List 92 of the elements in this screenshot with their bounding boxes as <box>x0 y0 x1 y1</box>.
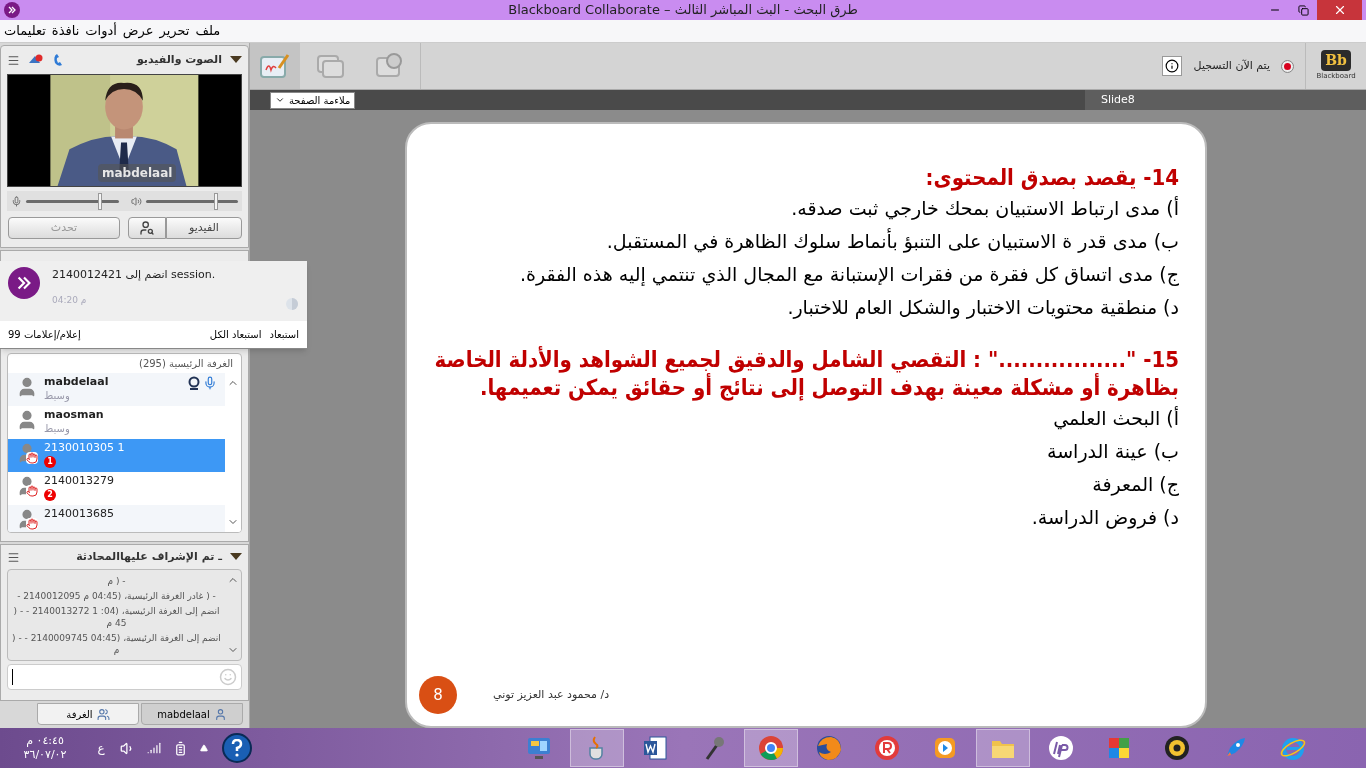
answer-option: أ) البحث العلمي <box>419 402 1179 435</box>
answer-option: ج) مدى اتساق كل فقرة من فقرات الإستبانة مع المجال الذي تنتمي إليه هذه الفقرة. <box>419 258 1179 291</box>
video-button[interactable]: الفيديو <box>166 217 242 239</box>
people-icon <box>96 707 110 721</box>
battery-icon[interactable] <box>173 740 188 756</box>
participant-row[interactable]: 2130010305 1 1 <box>8 439 225 472</box>
help-icon[interactable] <box>222 733 252 763</box>
close-button[interactable] <box>1317 0 1362 20</box>
panel-menu-icon[interactable] <box>7 550 20 564</box>
slide-tab[interactable]: Slide8 <box>1085 90 1366 110</box>
answer-option: ب) مدى قدر ة الاستبيان على التنبؤ بأنماط سلوك الظاهرة في المستقبل. <box>419 225 1179 258</box>
document-icon <box>641 734 669 762</box>
participant-name: maosman <box>44 407 104 422</box>
app-logo-icon <box>8 267 40 299</box>
chat-input[interactable] <box>7 664 242 690</box>
chat-message: انضم إلى الغرفة الرئيسية، (04:45 2140009745 - - ( م <box>12 632 221 656</box>
collapse-arrow-icon[interactable] <box>230 56 242 64</box>
whiteboard-button[interactable] <box>250 43 300 89</box>
chat-message: انضم إلى الغرفة الرئيسية، (04: 1 2140013272 - - ( 45 م <box>12 605 221 629</box>
hand-order-badge: 2 <box>44 489 56 501</box>
slider-thumb[interactable] <box>98 192 102 210</box>
chat-tab[interactable]: الغرفة <box>37 703 139 725</box>
person-search-icon <box>139 220 155 236</box>
globe-icon <box>815 734 843 762</box>
dismiss-link[interactable]: استبعاد <box>269 327 299 342</box>
notification-count: 99 إعلام/إعلامات <box>8 328 81 342</box>
menu-item[interactable]: ملف <box>195 21 221 41</box>
answer-option: ج) المعرفة <box>419 468 1179 501</box>
participant-name: mabdelaal <box>44 374 109 389</box>
panel-title: الصوت والفيديو <box>136 51 222 68</box>
clock-date: ٣٦/٠٧/٠٢ <box>23 748 67 762</box>
circle-logo-icon <box>1047 734 1075 762</box>
collapse-arrow-icon[interactable] <box>230 553 242 561</box>
slide-footer: د/ محمود عبد العزيز توني <box>493 686 610 704</box>
menu-item[interactable]: عرض <box>122 21 154 41</box>
zoom-dropdown[interactable]: ملاءمة الصفحة <box>270 91 356 109</box>
round-logo-icon <box>757 734 785 762</box>
signal-icon[interactable] <box>147 741 161 755</box>
hand-order-badge: 1 <box>44 456 56 468</box>
notification-message: 2140012421 انضم إلى session. <box>52 267 217 283</box>
participant-name: 2140013279 <box>44 473 114 488</box>
webcam-icon <box>187 376 201 390</box>
clock-time: ٠٤:٤٥ م <box>26 734 64 748</box>
person-icon <box>213 707 227 721</box>
app-logo-icon <box>4 2 20 18</box>
page-number: 8 <box>419 676 457 714</box>
notification-time: 04:20 م <box>52 293 88 307</box>
raised-hand-icon <box>26 485 38 497</box>
emoticon-icon[interactable] <box>219 668 237 686</box>
show-hidden-icon[interactable] <box>200 744 208 752</box>
room-heading: الغرفة الرئيسية (295) <box>138 357 234 371</box>
answer-option: د) فروض الدراسة. <box>419 501 1179 534</box>
answer-option: د) منطقية محتويات الاختبار والشكل العام للاختبار. <box>419 291 1179 324</box>
chat-message: - ( م <box>106 575 127 587</box>
speaker-icon <box>130 195 142 207</box>
chat-tab[interactable]: mabdelaal <box>141 703 243 725</box>
microphone-icon <box>11 195 22 207</box>
window-title: Blackboard Collaborate – طرق البحث - البث المباشر الثالث <box>508 1 858 20</box>
participant-name: 2130010305 1 <box>44 440 125 455</box>
raised-hand-icon <box>26 518 38 530</box>
participant-name: 2140013685 <box>44 506 114 521</box>
webcam-icon <box>1163 734 1191 762</box>
video-name-label: mabdelaal <box>98 164 177 182</box>
participant-row[interactable]: 2140013685 <box>8 505 225 532</box>
raised-hand-icon <box>26 452 38 464</box>
question-heading: 14- يقصد بصدق المحتوى: <box>924 164 1179 192</box>
windows-icon <box>314 52 346 80</box>
dropdown-caret-icon <box>275 95 285 105</box>
r-logo-icon <box>873 734 901 762</box>
half-circle-icon <box>285 297 299 311</box>
slider-thumb[interactable] <box>213 192 218 210</box>
search-person-button[interactable] <box>128 217 166 239</box>
microphone-icon <box>203 376 217 390</box>
whiteboard-icon <box>259 52 291 80</box>
menu-item[interactable]: نافذة <box>51 21 80 41</box>
answer-option: ب) عينة الدراسة <box>419 435 1179 468</box>
language-indicator[interactable]: ع <box>90 739 112 757</box>
menu-item[interactable]: تعليمات <box>4 21 46 41</box>
participant-role: وسيط <box>44 389 71 403</box>
panel-menu-icon[interactable] <box>7 53 20 67</box>
menu-item[interactable]: تحرير <box>159 21 190 41</box>
question-heading: 15- "................." : التقصي الشامل والدقيق لجميع الشواهد والأدلة الخاصة بظاهرة أو مشكلة معينة بهدف التوصل إلى نتائج أو حقائق يمكن تعميمها. <box>433 346 1179 402</box>
info-icon <box>1164 59 1179 73</box>
recording-status: يتم الآن التسجيل <box>1193 57 1270 74</box>
chat-message: - ( غادر الغرفة الرئيسية، (04:45 م 2140012095 - <box>16 590 217 602</box>
panel-title: ـ تم الإشراف عليهاالمحادثة <box>76 548 222 565</box>
dismiss-link[interactable]: استبعاد الكل <box>209 327 262 342</box>
info-button[interactable] <box>1161 56 1182 76</box>
answer-option: أ) مدى ارتباط الاستبيان بمحك خارجي ثبت صدقه. <box>419 192 1179 225</box>
restore-icon <box>1297 4 1309 16</box>
participant-role: وسيط <box>44 422 71 436</box>
menu-item[interactable]: أدوات <box>85 21 117 41</box>
